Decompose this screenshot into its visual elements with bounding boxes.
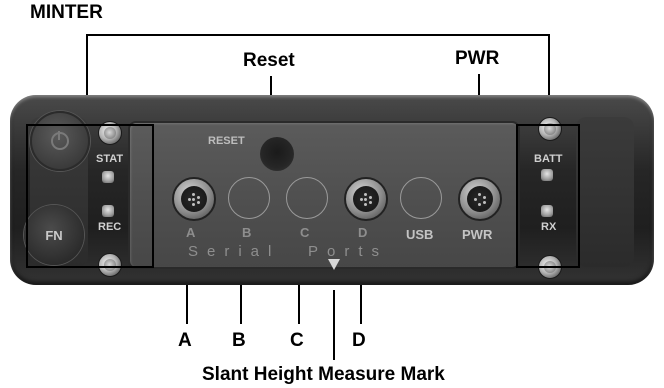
port-d-letter: D <box>358 225 368 240</box>
slant-leader <box>333 290 335 360</box>
port-d-callout: D <box>352 330 366 351</box>
serial-text: Serial <box>188 243 281 260</box>
ports-text: Ports <box>308 243 389 260</box>
port-b-letter: B <box>242 225 252 240</box>
reset-callout: Reset <box>243 50 295 71</box>
port-c-callout: C <box>290 330 304 351</box>
minter-line-top <box>86 34 550 36</box>
serial-ports-panel: RESET A B C D USB PWR Serial Ports <box>128 121 520 270</box>
port-c-opening <box>286 177 328 219</box>
minter-callout: MINTER <box>30 2 103 23</box>
pwr-callout: PWR <box>455 48 500 69</box>
pwr-label: PWR <box>462 227 493 242</box>
slant-height-callout: Slant Height Measure Mark <box>202 364 445 385</box>
port-a-connector[interactable] <box>172 177 216 221</box>
port-c-letter: C <box>300 225 310 240</box>
right-side-plate <box>576 117 634 267</box>
usb-port-opening <box>400 177 442 219</box>
reset-label: RESET <box>208 135 245 147</box>
usb-label: USB <box>406 227 434 242</box>
minter-right-box <box>516 124 580 268</box>
reset-button[interactable] <box>260 137 294 171</box>
port-b-callout: B <box>232 330 246 351</box>
port-b-opening <box>228 177 270 219</box>
port-a-letter: A <box>186 225 196 240</box>
minter-left-box <box>26 124 154 268</box>
port-d-connector[interactable] <box>344 177 388 221</box>
slant-height-mark-icon <box>328 259 340 270</box>
port-a-callout: A <box>178 330 192 351</box>
pwr-connector[interactable] <box>458 177 502 221</box>
